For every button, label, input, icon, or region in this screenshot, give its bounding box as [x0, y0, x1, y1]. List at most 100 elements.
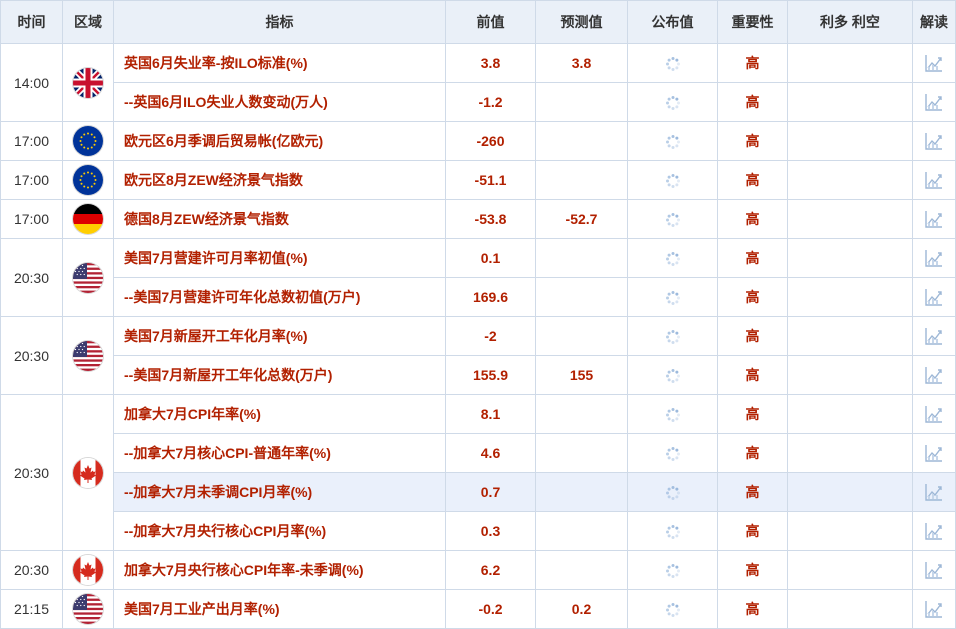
indicator-name[interactable]: 欧元区8月ZEW经济景气指数	[113, 160, 446, 200]
chart-analysis-icon[interactable]	[924, 561, 944, 579]
analysis-cell[interactable]	[912, 277, 956, 317]
flag-canada-icon	[73, 555, 103, 585]
table-row: 17:00 欧元区8月ZEW经济景气指数 -51.1 高	[0, 160, 956, 200]
indicator-name[interactable]: --加拿大7月未季调CPI月率(%)	[113, 472, 446, 512]
actual-value-cell	[627, 238, 718, 278]
indicator-name[interactable]: 加拿大7月央行核心CPI年率-未季调(%)	[113, 550, 446, 590]
chart-analysis-icon[interactable]	[924, 93, 944, 111]
loading-spinner-icon	[665, 54, 681, 71]
header-impact: 利多 利空	[787, 0, 913, 44]
forecast-value	[535, 511, 628, 551]
impact-cell	[787, 472, 913, 512]
previous-value: 0.1	[445, 238, 536, 278]
indicator-name[interactable]: 美国7月工业产出月率(%)	[113, 589, 446, 629]
chart-analysis-icon[interactable]	[924, 366, 944, 384]
actual-value-cell	[627, 160, 718, 200]
loading-spinner-icon	[665, 132, 681, 149]
table-row: --美国7月新屋开工年化总数(万户) 155.9 155 高	[1, 355, 956, 395]
previous-value: -260	[445, 121, 536, 161]
header-forecast: 预测值	[535, 0, 628, 44]
analysis-cell[interactable]	[912, 589, 956, 629]
importance-value: 高	[717, 394, 788, 434]
chart-analysis-icon[interactable]	[924, 405, 944, 423]
previous-value: 0.3	[445, 511, 536, 551]
chart-analysis-icon[interactable]	[924, 171, 944, 189]
previous-value: 155.9	[445, 355, 536, 395]
forecast-value	[535, 121, 628, 161]
forecast-value	[535, 82, 628, 122]
indicator-name[interactable]: 美国7月营建许可月率初值(%)	[113, 238, 446, 278]
indicator-name[interactable]: 美国7月新屋开工年化月率(%)	[113, 316, 446, 356]
impact-cell	[787, 82, 913, 122]
importance-value: 高	[717, 433, 788, 473]
analysis-cell[interactable]	[912, 550, 956, 590]
impact-cell	[787, 43, 913, 83]
importance-value: 高	[717, 277, 788, 317]
chart-analysis-icon[interactable]	[924, 483, 944, 501]
actual-value-cell	[627, 433, 718, 473]
impact-cell	[787, 199, 913, 239]
loading-spinner-icon	[665, 405, 681, 422]
previous-value: -2	[445, 316, 536, 356]
table-row: --加拿大7月未季调CPI月率(%) 0.7 高	[1, 472, 956, 512]
analysis-cell[interactable]	[912, 43, 956, 83]
analysis-cell[interactable]	[912, 472, 956, 512]
actual-value-cell	[627, 121, 718, 161]
event-time: 17:00	[0, 121, 63, 161]
event-time: 17:00	[0, 199, 63, 239]
actual-value-cell	[627, 277, 718, 317]
chart-analysis-icon[interactable]	[924, 210, 944, 228]
forecast-value	[535, 472, 628, 512]
chart-analysis-icon[interactable]	[924, 54, 944, 72]
indicator-name[interactable]: --美国7月营建许可年化总数初值(万户)	[113, 277, 446, 317]
header-actual: 公布值	[627, 0, 718, 44]
analysis-cell[interactable]	[912, 394, 956, 434]
chart-analysis-icon[interactable]	[924, 132, 944, 150]
analysis-cell[interactable]	[912, 82, 956, 122]
table-row: 14:00 英国6月失业率-按ILO标准(%) 3.8 3.8 高	[0, 43, 956, 122]
header-indicator: 指标	[113, 0, 446, 44]
actual-value-cell	[627, 199, 718, 239]
impact-cell	[787, 355, 913, 395]
region-flag-cell	[62, 316, 114, 395]
importance-value: 高	[717, 472, 788, 512]
importance-value: 高	[717, 160, 788, 200]
indicator-name[interactable]: --加拿大7月核心CPI-普通年率(%)	[113, 433, 446, 473]
chart-analysis-icon[interactable]	[924, 249, 944, 267]
indicator-name[interactable]: 德国8月ZEW经济景气指数	[113, 199, 446, 239]
indicator-name[interactable]: 英国6月失业率-按ILO标准(%)	[113, 43, 446, 83]
event-time: 20:30	[0, 316, 63, 395]
chart-analysis-icon[interactable]	[924, 444, 944, 462]
chart-analysis-icon[interactable]	[924, 522, 944, 540]
analysis-cell[interactable]	[912, 199, 956, 239]
importance-value: 高	[717, 316, 788, 356]
impact-cell	[787, 277, 913, 317]
analysis-cell[interactable]	[912, 316, 956, 356]
indicator-name[interactable]: --英国6月ILO失业人数变动(万人)	[113, 82, 446, 122]
analysis-cell[interactable]	[912, 511, 956, 551]
table-row: 20:30 加拿大7月CPI年率(%) 8.1 高	[0, 394, 956, 551]
indicator-name[interactable]: 欧元区6月季调后贸易帐(亿欧元)	[113, 121, 446, 161]
chart-analysis-icon[interactable]	[924, 327, 944, 345]
chart-analysis-icon[interactable]	[924, 600, 944, 618]
impact-cell	[787, 511, 913, 551]
indicator-name[interactable]: 加拿大7月CPI年率(%)	[113, 394, 446, 434]
previous-value: -51.1	[445, 160, 536, 200]
flag-eu-icon	[73, 165, 103, 195]
impact-cell	[787, 433, 913, 473]
analysis-cell[interactable]	[912, 433, 956, 473]
flag-usa-icon	[73, 340, 103, 371]
analysis-cell[interactable]	[912, 238, 956, 278]
analysis-cell[interactable]	[912, 355, 956, 395]
loading-spinner-icon	[665, 210, 681, 227]
indicator-name[interactable]: --加拿大7月央行核心CPI月率(%)	[113, 511, 446, 551]
economic-calendar-table: 时间 区域 指标 前值 预测值 公布值 重要性 利多 利空 解读 14:00 英国…	[0, 0, 956, 629]
forecast-value	[535, 433, 628, 473]
indicator-name[interactable]: --美国7月新屋开工年化总数(万户)	[113, 355, 446, 395]
analysis-cell[interactable]	[912, 160, 956, 200]
loading-spinner-icon	[665, 366, 681, 383]
previous-value: 169.6	[445, 277, 536, 317]
chart-analysis-icon[interactable]	[924, 288, 944, 306]
impact-cell	[787, 316, 913, 356]
analysis-cell[interactable]	[912, 121, 956, 161]
